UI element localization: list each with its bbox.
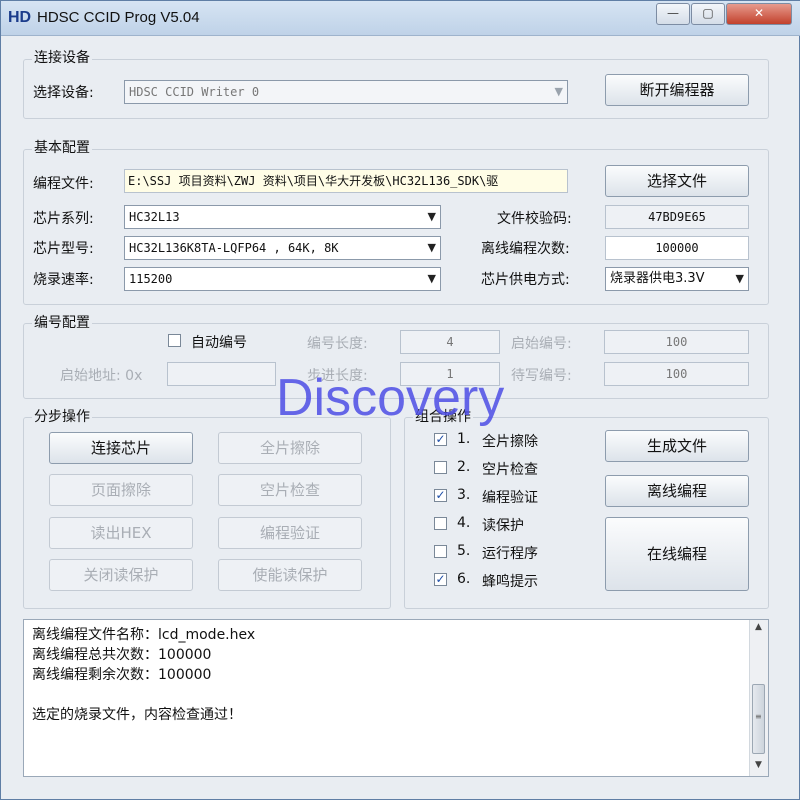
- auto-number-checkbox[interactable]: [168, 334, 181, 347]
- number-length-input[interactable]: 4: [400, 330, 500, 354]
- combo-op-label: 运行程序: [482, 546, 538, 562]
- connect-device-group-title: 连接设备: [32, 47, 92, 67]
- pending-number-input[interactable]: 100: [604, 362, 749, 386]
- chevron-down-icon: ▼: [427, 210, 436, 223]
- start-address-label: 启始地址: 0x: [60, 368, 143, 384]
- combo-op-label: 全片擦除: [482, 434, 538, 450]
- combo-op-label: 编程验证: [482, 490, 538, 506]
- arrow-down-icon[interactable]: ▼: [752, 760, 765, 774]
- program-verify-button[interactable]: 编程验证: [218, 517, 362, 549]
- log-line: 离线编程文件名称：lcd_mode.hex: [32, 627, 256, 643]
- offline-program-button[interactable]: 离线编程: [605, 475, 749, 507]
- combo-op-checkbox[interactable]: [434, 545, 447, 558]
- scroll-thumb[interactable]: ≡: [752, 684, 765, 754]
- window-title: HDSC CCID Prog V5.04: [37, 9, 200, 26]
- device-select[interactable]: HDSC CCID Writer 0 ▼: [124, 80, 568, 104]
- chip-model-select[interactable]: HC32L136K8TA-LQFP64 , 64K, 8K ▼: [124, 236, 441, 260]
- chevron-down-icon: ▼: [427, 241, 436, 254]
- combo-op-checkbox[interactable]: [434, 461, 447, 474]
- chip-series-value: HC32L13: [129, 210, 180, 224]
- maximize-button[interactable]: ▢: [691, 3, 725, 25]
- chevron-down-icon: ▼: [735, 272, 744, 285]
- enable-read-protect-button[interactable]: 使能读保护: [218, 559, 362, 591]
- offline-count-label: 离线编程次数:: [481, 241, 570, 257]
- checkmark-icon: ✓: [435, 572, 446, 586]
- combo-op-checkbox[interactable]: ✓: [434, 433, 447, 446]
- disconnect-programmer-button[interactable]: 断开编程器: [605, 74, 749, 106]
- program-file-path[interactable]: E:\SSJ 项目资料\ZWJ 资料\项目\华大开发板\HC32L136_SDK…: [124, 169, 568, 193]
- pending-number-label: 待写编号:: [511, 368, 572, 384]
- combo-op-number: 2.: [457, 459, 471, 475]
- grip-icon: ≡: [755, 712, 762, 721]
- device-label: 选择设备:: [33, 85, 94, 101]
- combo-op-label: 读保护: [482, 518, 524, 534]
- main-window: HD HDSC CCID Prog V5.04 — ▢ ✕ 连接设备 选择设备:…: [0, 0, 800, 800]
- auto-number-label: 自动编号: [191, 335, 247, 351]
- chevron-down-icon: ▼: [554, 85, 563, 98]
- page-erase-button[interactable]: 页面擦除: [49, 474, 193, 506]
- step-operations-group-title: 分步操作: [32, 406, 92, 426]
- combo-op-label: 蜂鸣提示: [482, 574, 538, 590]
- log-scrollbar[interactable]: ▲ ≡ ▼: [749, 620, 768, 776]
- arrow-up-icon[interactable]: ▲: [752, 622, 765, 636]
- chip-series-select[interactable]: HC32L13 ▼: [124, 205, 441, 229]
- close-button[interactable]: ✕: [726, 3, 792, 25]
- watermark-text: Discovery: [276, 369, 505, 427]
- combo-op-number: 5.: [457, 543, 471, 559]
- program-file-label: 编程文件:: [33, 176, 94, 192]
- combo-op-label: 空片检查: [482, 462, 538, 478]
- chip-model-value: HC32L136K8TA-LQFP64 , 64K, 8K: [129, 241, 339, 255]
- log-line: 离线编程剩余次数：100000: [32, 667, 212, 683]
- burn-speed-label: 烧录速率:: [33, 272, 94, 288]
- burn-speed-value: 115200: [129, 272, 173, 286]
- combo-op-checkbox[interactable]: ✓: [434, 489, 447, 502]
- device-select-value: HDSC CCID Writer 0: [129, 85, 260, 99]
- title-bar[interactable]: HD HDSC CCID Prog V5.04 — ▢ ✕: [1, 1, 800, 36]
- power-mode-select[interactable]: 烧录器供电3.3V ▼: [605, 267, 749, 291]
- checksum-label: 文件校验码:: [497, 211, 572, 227]
- combo-op-number: 6.: [457, 571, 471, 587]
- start-number-input[interactable]: 100: [604, 330, 749, 354]
- connect-chip-button[interactable]: 连接芯片: [49, 432, 193, 464]
- read-hex-button[interactable]: 读出HEX: [49, 517, 193, 549]
- start-address-input[interactable]: [167, 362, 276, 386]
- number-length-label: 编号长度:: [307, 336, 368, 352]
- blank-check-button[interactable]: 空片检查: [218, 474, 362, 506]
- chip-model-label: 芯片型号:: [33, 241, 94, 257]
- combo-op-number: 4.: [457, 515, 471, 531]
- log-output[interactable]: 离线编程文件名称：lcd_mode.hex 离线编程总共次数：100000 离线…: [23, 619, 769, 777]
- online-program-button[interactable]: 在线编程: [605, 517, 749, 591]
- start-number-label: 启始编号:: [511, 336, 572, 352]
- offline-count-input[interactable]: 100000: [605, 236, 749, 260]
- generate-file-button[interactable]: 生成文件: [605, 430, 749, 462]
- numbering-config-group-title: 编号配置: [32, 312, 92, 332]
- chip-series-label: 芯片系列:: [33, 211, 94, 227]
- log-line: 选定的烧录文件，内容检查通过！: [32, 707, 242, 723]
- combo-op-number: 1.: [457, 431, 471, 447]
- select-file-button[interactable]: 选择文件: [605, 165, 749, 197]
- basic-config-group-title: 基本配置: [32, 137, 92, 157]
- disable-read-protect-button[interactable]: 关闭读保护: [49, 559, 193, 591]
- minimize-button[interactable]: —: [656, 3, 690, 25]
- log-line: 离线编程总共次数：100000: [32, 647, 212, 663]
- checkmark-icon: ✓: [435, 432, 446, 446]
- full-chip-erase-button[interactable]: 全片擦除: [218, 432, 362, 464]
- power-mode-value: 烧录器供电3.3V: [610, 271, 705, 286]
- power-mode-label: 芯片供电方式:: [481, 272, 570, 288]
- checkmark-icon: ✓: [435, 488, 446, 502]
- checksum-value: 47BD9E65: [605, 205, 749, 229]
- combo-op-checkbox[interactable]: [434, 517, 447, 530]
- burn-speed-select[interactable]: 115200 ▼: [124, 267, 441, 291]
- chevron-down-icon: ▼: [427, 272, 436, 285]
- combo-op-number: 3.: [457, 487, 471, 503]
- combo-op-checkbox[interactable]: ✓: [434, 573, 447, 586]
- app-logo-icon: HD: [8, 9, 32, 26]
